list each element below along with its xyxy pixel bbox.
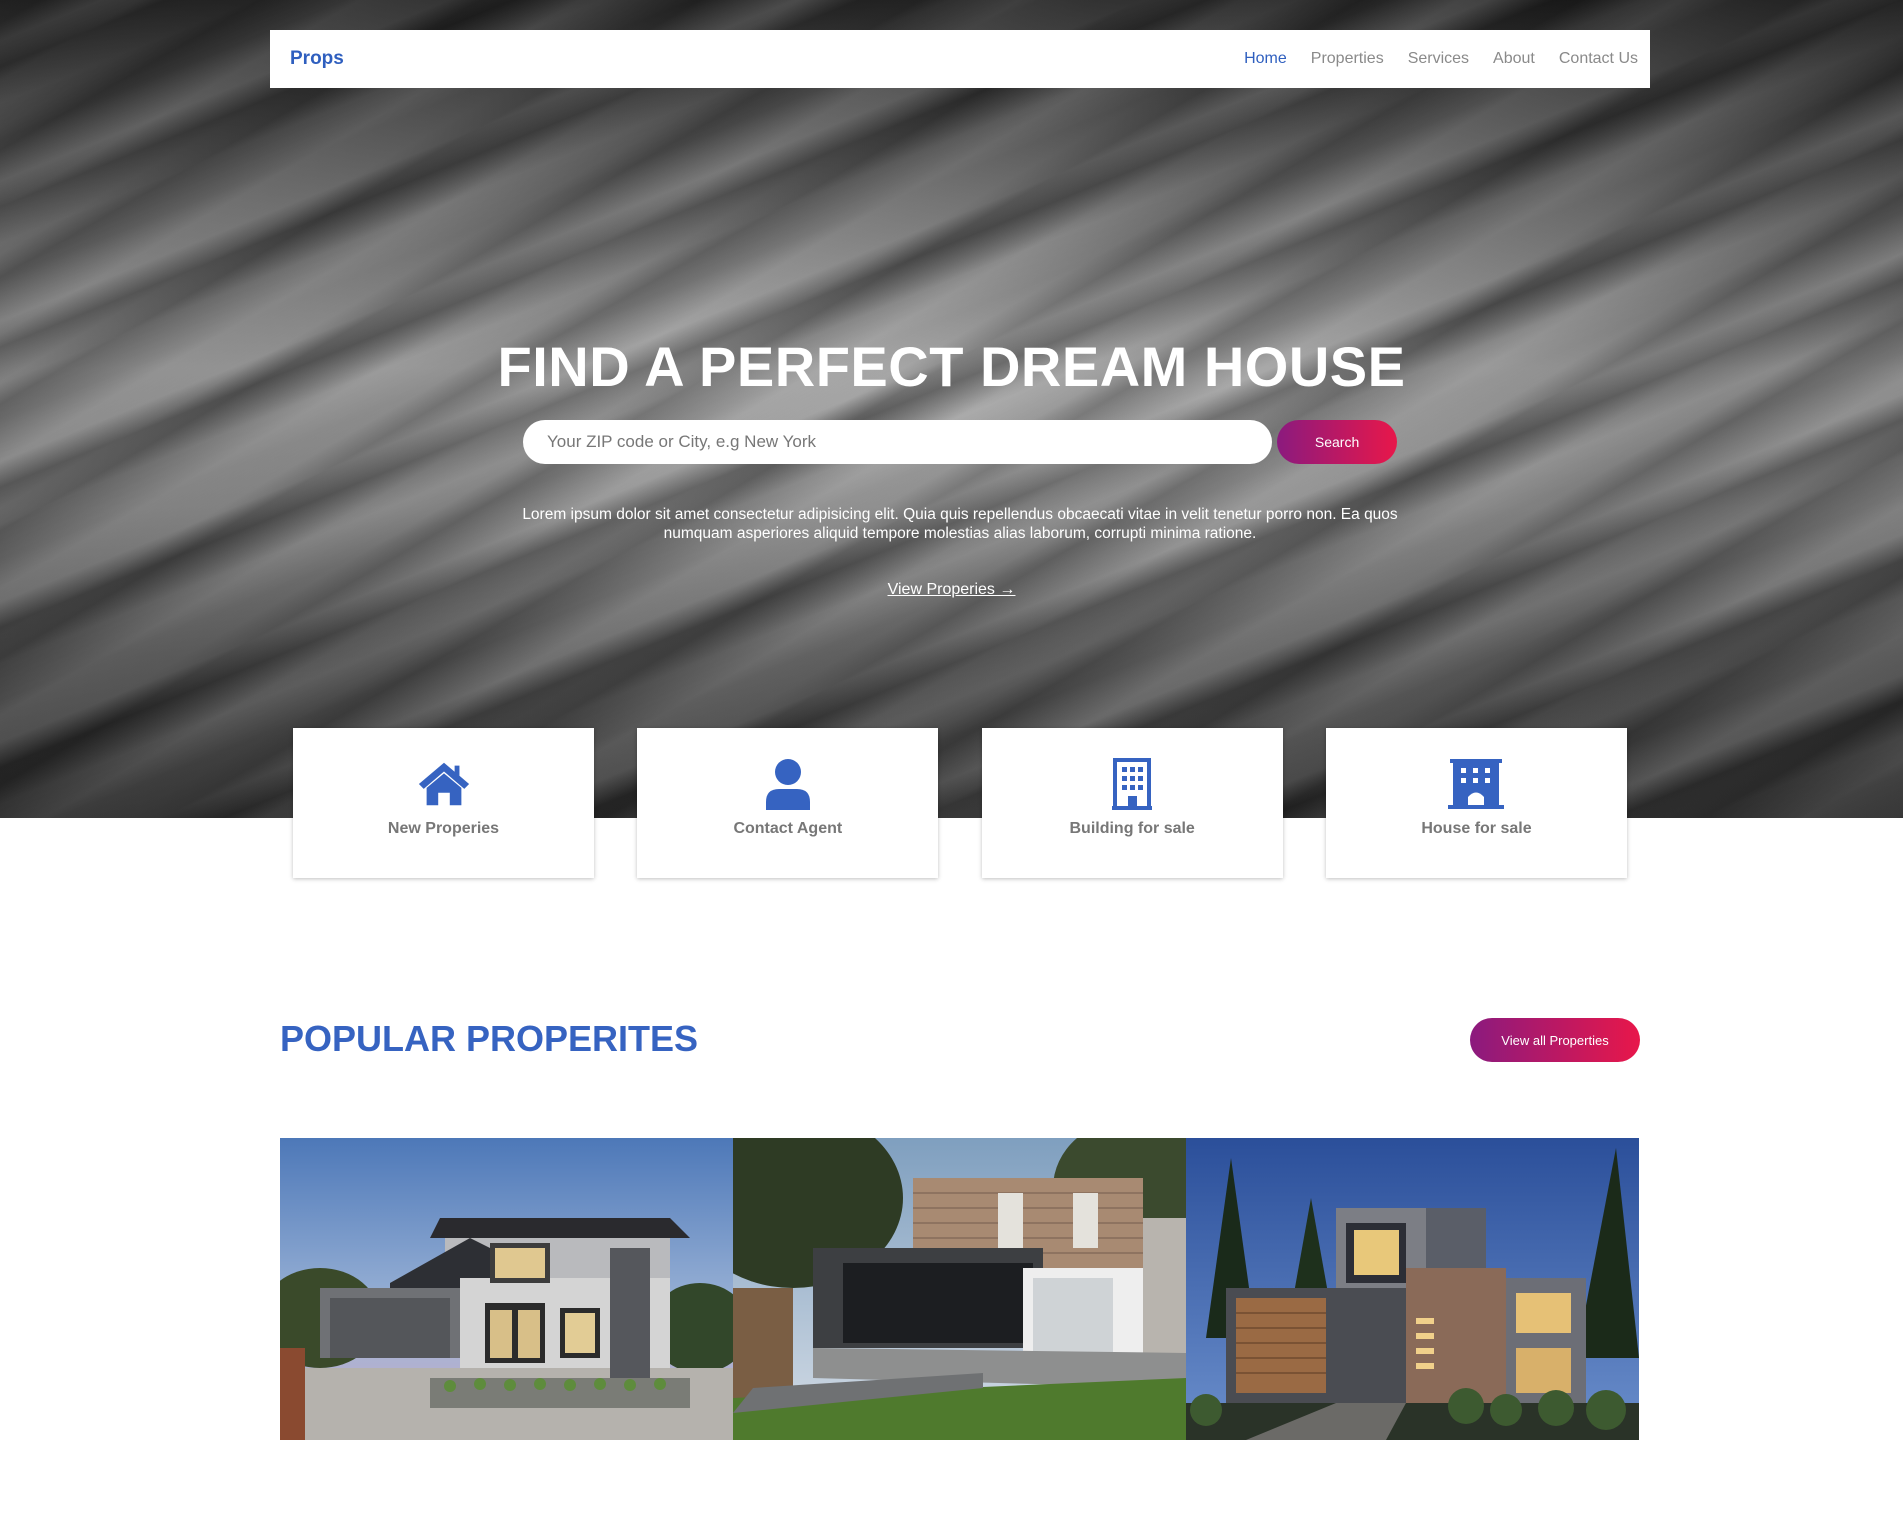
feature-card-building-for-sale[interactable]: Building for sale — [981, 728, 1283, 878]
feature-card-contact-agent[interactable]: Contact Agent — [637, 728, 939, 878]
nav-link-contact[interactable]: Contact Us — [1559, 50, 1638, 68]
nav-links: Home Properties Services About Contact U… — [1244, 50, 1638, 68]
property-photo-1[interactable] — [280, 1138, 733, 1440]
nav-link-home[interactable]: Home — [1244, 50, 1287, 68]
view-properties-link[interactable]: View Properies → — [888, 581, 1016, 598]
brand-logo[interactable]: Props — [290, 48, 344, 70]
search-input[interactable] — [523, 420, 1273, 464]
navbar: Props Home Properties Services About Con… — [270, 30, 1650, 88]
view-all-properties-button[interactable]: View all Properties — [1470, 1018, 1640, 1062]
popular-properties-title: POPULAR PROPERITES — [280, 1018, 699, 1059]
feature-card-house-for-sale[interactable]: House for sale — [1325, 728, 1627, 878]
feature-card-label: House for sale — [1421, 820, 1532, 837]
hero-background-image — [0, 0, 1903, 818]
nav-link-services[interactable]: Services — [1408, 50, 1469, 68]
view-properties-wrapper: View Properies → — [0, 581, 1903, 599]
feature-card-new-properties[interactable]: New Properies — [293, 728, 594, 878]
user-icon — [760, 758, 816, 810]
building-icon — [1104, 758, 1160, 810]
hotel-icon — [1448, 758, 1505, 810]
nav-link-properties[interactable]: Properties — [1311, 50, 1384, 68]
hero-title: FIND A PERFECT DREAM HOUSE — [497, 335, 1406, 398]
feature-card-label: Contact Agent — [733, 820, 843, 837]
search-bar: Search — [523, 420, 1397, 466]
property-photo-2[interactable] — [733, 1138, 1186, 1440]
property-photo-3[interactable] — [1186, 1138, 1639, 1440]
house-icon — [416, 758, 472, 810]
feature-cards: New Properies Contact Agent Building for… — [293, 728, 1627, 878]
search-button[interactable]: Search — [1277, 420, 1397, 464]
hero-description: Lorem ipsum dolor sit amet consectetur a… — [522, 506, 1398, 542]
properties-gallery — [280, 1138, 1640, 1440]
nav-link-about[interactable]: About — [1493, 50, 1535, 68]
feature-card-label: New Properies — [387, 820, 500, 837]
hero-section: Props Home Properties Services About Con… — [0, 0, 1903, 818]
feature-card-label: Building for sale — [1069, 820, 1195, 837]
